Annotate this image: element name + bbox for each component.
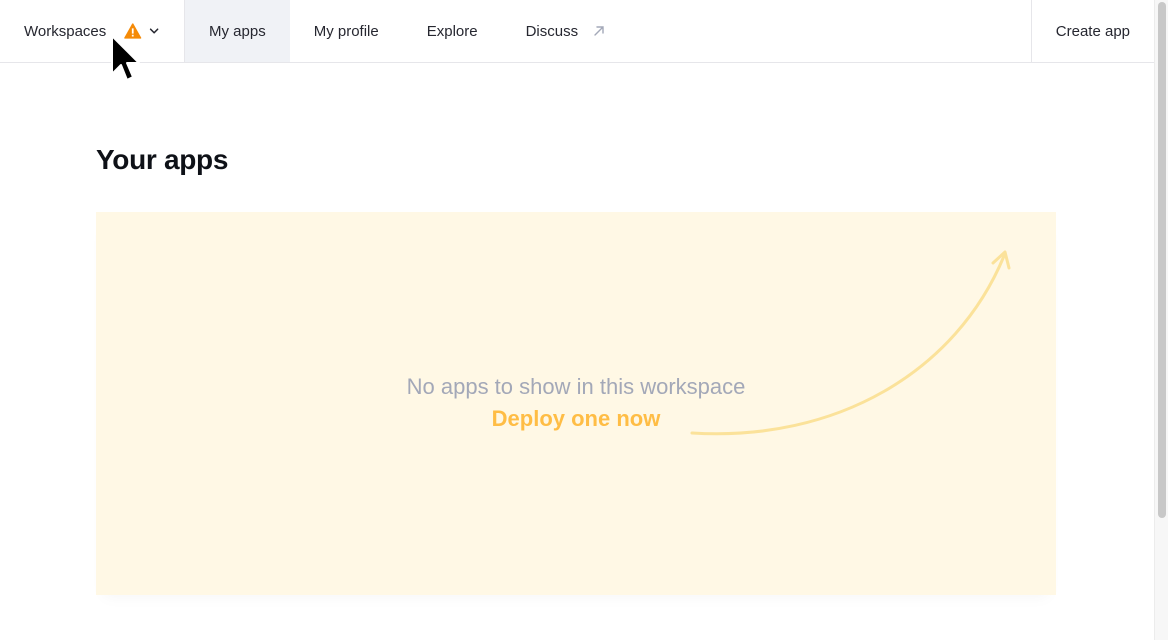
external-link-icon	[594, 26, 604, 36]
tab-explore[interactable]: Explore	[403, 0, 502, 62]
curved-arrow-icon	[690, 250, 1011, 436]
empty-state-message: No apps to show in this workspace	[406, 374, 746, 399]
tab-my-profile-label: My profile	[313, 22, 379, 40]
page-title: Your apps	[96, 144, 229, 175]
chevron-down-icon	[149, 28, 159, 34]
create-app-button[interactable]: Create app	[1030, 0, 1154, 62]
scrollbar-thumb[interactable]	[1158, 2, 1166, 518]
tab-my-apps-label: My apps	[209, 22, 266, 40]
tab-my-profile[interactable]: My profile	[290, 0, 403, 62]
top-nav: Workspaces My apps My profile Explore Di…	[0, 0, 1154, 63]
create-app-label: Create app	[1055, 22, 1130, 40]
scrollbar[interactable]	[1154, 0, 1168, 640]
mouse-cursor-icon	[111, 35, 140, 81]
tab-my-apps[interactable]: My apps	[185, 0, 290, 62]
page: Workspaces My apps My profile Explore Di…	[0, 0, 1168, 640]
tab-discuss-label: Discuss	[525, 22, 579, 40]
tab-explore-label: Explore	[426, 22, 478, 40]
workspaces-label: Workspaces	[24, 22, 107, 40]
workspaces-dropdown[interactable]: Workspaces	[0, 0, 185, 62]
deploy-one-now-link[interactable]: Deploy one now	[96, 406, 1056, 432]
empty-state-card: No apps to show in this workspace Deploy…	[96, 212, 1056, 595]
tab-discuss[interactable]: Discuss	[502, 0, 631, 62]
